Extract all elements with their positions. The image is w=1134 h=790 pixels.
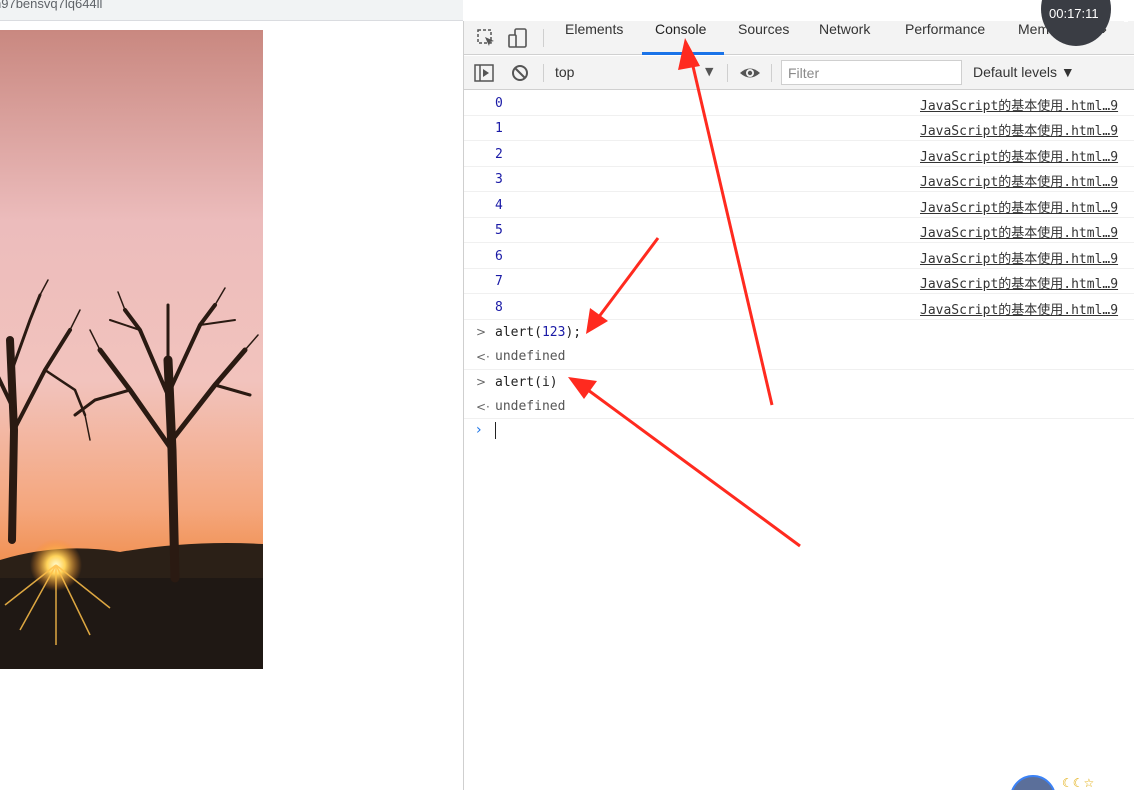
log-value: 5 — [495, 223, 503, 238]
command-result: undefined — [495, 399, 566, 414]
context-selector[interactable]: top — [555, 64, 574, 80]
toolbar-divider — [727, 64, 728, 82]
console-log-row: 6 JavaScript的基本使用.html…9 — [464, 243, 1134, 269]
input-chevron-icon: > — [476, 325, 487, 339]
console-command-entry: > alert(i) <· undefined — [464, 370, 1134, 419]
command-number: 123 — [541, 325, 566, 340]
sunset-trees-image — [0, 30, 263, 669]
log-source-link[interactable]: JavaScript的基本使用.html…9 — [920, 197, 1118, 216]
console-filter-input[interactable] — [781, 60, 962, 85]
address-bar-fragment[interactable]: n97bensvq7lq644ll — [0, 0, 463, 21]
log-source-link[interactable]: JavaScript的基本使用.html…9 — [920, 171, 1118, 190]
log-source-link[interactable]: JavaScript的基本使用.html…9 — [920, 222, 1118, 241]
console-command-entry: > alert(123); <· undefined — [464, 320, 1134, 370]
device-toggle-icon[interactable] — [507, 27, 529, 49]
log-source-link[interactable]: JavaScript的基本使用.html…9 — [920, 120, 1118, 139]
console-log-row: 1 JavaScript的基本使用.html…9 — [464, 116, 1134, 141]
log-value: 0 — [495, 96, 503, 111]
log-source-link[interactable]: JavaScript的基本使用.html…9 — [920, 95, 1118, 114]
inspect-element-icon[interactable] — [475, 27, 497, 49]
log-value: 1 — [495, 121, 503, 136]
clear-console-icon[interactable] — [509, 62, 531, 84]
command-text[interactable]: alert(123); — [495, 325, 581, 340]
log-value: 3 — [495, 172, 503, 187]
return-arrow-icon: <· — [476, 400, 490, 414]
console-sidebar-icon[interactable] — [473, 62, 495, 84]
live-expression-eye-icon[interactable] — [739, 62, 761, 84]
tab-elements[interactable]: Elements — [565, 21, 623, 55]
console-log-row: 7 JavaScript的基本使用.html…9 — [464, 269, 1134, 294]
tab-sources[interactable]: Sources — [738, 21, 789, 55]
log-value: 6 — [495, 249, 503, 264]
command-result: undefined — [495, 349, 566, 364]
console-log-row: 2 JavaScript的基本使用.html…9 — [464, 141, 1134, 167]
console-toolbar: top ▼ Default levels ▼ — [464, 56, 1134, 90]
pause-icon[interactable] — [1124, 7, 1128, 22]
log-value: 4 — [495, 198, 503, 213]
console-log-row: 0 JavaScript的基本使用.html…9 — [464, 90, 1134, 116]
devtools-tab-bar: Elements Console Sources Network Perform… — [464, 21, 1134, 55]
console-prompt-icon: › — [476, 422, 482, 438]
log-value: 8 — [495, 300, 503, 315]
console-log-row: 3 JavaScript的基本使用.html…9 — [464, 167, 1134, 192]
toolbar-divider — [543, 29, 544, 47]
return-arrow-icon: <· — [476, 350, 490, 364]
url-text: n97bensvq7lq644ll — [0, 0, 103, 11]
tab-console[interactable]: Console — [655, 21, 706, 55]
log-source-link[interactable]: JavaScript的基本使用.html…9 — [920, 248, 1118, 267]
console-output[interactable]: 0 JavaScript的基本使用.html…9 1 JavaScript的基本… — [464, 90, 1134, 790]
recording-timer-text: 00:17:11 — [1049, 6, 1099, 21]
context-dropdown-arrow-icon[interactable]: ▼ — [705, 65, 713, 78]
console-log-row: 5 JavaScript的基本使用.html…9 — [464, 218, 1134, 243]
command-text[interactable]: alert(i) — [495, 375, 558, 390]
input-chevron-icon: > — [476, 375, 487, 389]
console-input-caret[interactable] — [495, 422, 496, 439]
devtools-panel: Elements Console Sources Network Perform… — [463, 21, 1134, 790]
log-value: 7 — [495, 274, 503, 289]
decorative-stars-icon: ☾☾☆ — [1062, 776, 1095, 790]
log-source-link[interactable]: JavaScript的基本使用.html…9 — [920, 273, 1118, 292]
console-log-row: 8 JavaScript的基本使用.html…9 — [464, 294, 1134, 320]
toolbar-divider — [543, 64, 544, 82]
toolbar-divider — [771, 64, 772, 82]
log-value: 2 — [495, 147, 503, 162]
tab-network[interactable]: Network — [819, 21, 870, 55]
active-tab-indicator — [642, 52, 724, 55]
log-source-link[interactable]: JavaScript的基本使用.html…9 — [920, 299, 1118, 318]
log-source-link[interactable]: JavaScript的基本使用.html…9 — [920, 146, 1118, 165]
tab-performance[interactable]: Performance — [905, 21, 985, 55]
log-levels-dropdown[interactable]: Default levels ▼ — [973, 64, 1075, 80]
console-log-row: 4 JavaScript的基本使用.html…9 — [464, 192, 1134, 218]
